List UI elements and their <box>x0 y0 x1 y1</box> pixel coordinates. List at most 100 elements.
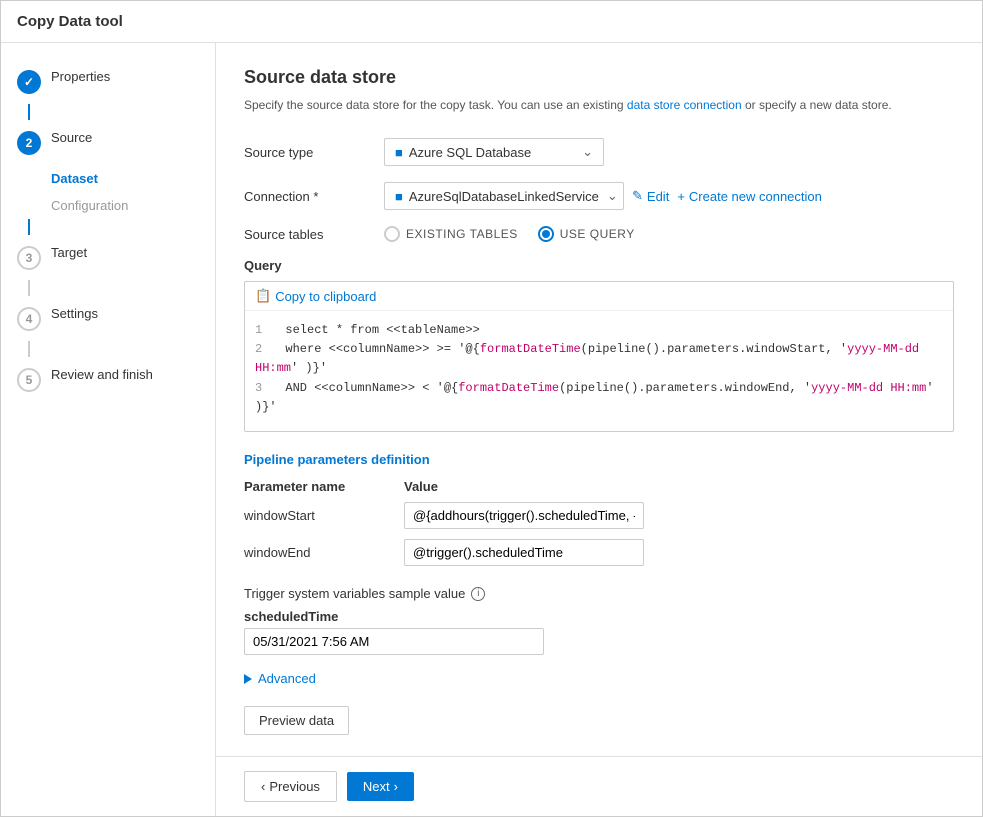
sidebar-item-target[interactable]: 3 Target <box>1 235 215 280</box>
line1-text: select * from <<tableName>> <box>285 323 479 337</box>
sidebar-label-target: Target <box>51 245 87 260</box>
trigger-label-text: Trigger system variables sample value <box>244 586 465 601</box>
trigger-label: Trigger system variables sample value i <box>244 586 954 601</box>
line-num-1: 1 <box>255 323 262 337</box>
connection-control: ■ AzureSqlDatabaseLinkedService ⌄ ✎ Edit… <box>384 182 954 210</box>
edit-button[interactable]: ✎ Edit <box>632 188 669 204</box>
chevron-right-icon: › <box>394 779 398 794</box>
query-line-3: 3 AND <<columnName>> < '@{formatDateTime… <box>255 379 943 417</box>
next-button[interactable]: Next › <box>347 772 414 801</box>
radio-use-query[interactable]: USE QUERY <box>538 226 635 242</box>
sidebar-item-review[interactable]: 5 Review and finish <box>1 357 215 402</box>
param-value-windowend[interactable] <box>404 539 644 566</box>
copy-label: Copy to clipboard <box>275 289 376 304</box>
app-container: Copy Data tool ✓ Properties 2 Source Dat… <box>1 1 982 816</box>
pipeline-params-section: Pipeline parameters definition Parameter… <box>244 452 954 566</box>
app-title: Copy Data tool <box>17 13 123 30</box>
param-name-windowstart: windowStart <box>244 508 404 523</box>
connector-2 <box>28 219 30 235</box>
chevron-down-icon: ⌄ <box>582 144 593 160</box>
copy-to-clipboard-button[interactable]: 📋 Copy to clipboard <box>255 288 376 304</box>
sidebar-label-source: Source <box>51 130 92 145</box>
step-indicator-settings: 4 <box>17 307 41 331</box>
line2-func: formatDateTime <box>480 342 581 356</box>
create-label: Create new connection <box>689 189 822 204</box>
query-content[interactable]: 1 select * from <<tableName>> 2 where <<… <box>245 311 953 431</box>
advanced-section: Advanced <box>244 671 954 686</box>
dataset-label: Dataset <box>51 171 98 186</box>
source-type-label: Source type <box>244 145 384 160</box>
query-line-2: 2 where <<columnName>> >= '@{formatDateT… <box>255 340 943 378</box>
param-value-header: Value <box>404 479 438 494</box>
step-indicator-properties: ✓ <box>17 70 41 94</box>
connection-label: Connection * <box>244 189 384 204</box>
radio-existing-circle <box>384 226 400 242</box>
advanced-toggle[interactable]: Advanced <box>244 671 954 686</box>
scheduled-time-input[interactable] <box>244 628 544 655</box>
plus-icon: + <box>677 189 685 204</box>
connector-1 <box>28 104 30 120</box>
preview-data-button[interactable]: Preview data <box>244 706 349 735</box>
line2-mid: (pipeline().parameters.windowStart, ' <box>581 342 847 356</box>
pipeline-params-title: Pipeline parameters definition <box>244 452 954 467</box>
chevron-left-icon: ‹ <box>261 779 265 794</box>
sidebar-item-settings[interactable]: 4 Settings <box>1 296 215 341</box>
source-type-value: Azure SQL Database <box>409 145 574 160</box>
query-label: Query <box>244 258 954 273</box>
edit-label: Edit <box>647 189 669 204</box>
next-label: Next <box>363 779 390 794</box>
line2-end: ' )}' <box>291 361 327 375</box>
connection-select[interactable]: ■ AzureSqlDatabaseLinkedService ⌄ <box>384 182 624 210</box>
previous-label: Previous <box>269 779 320 794</box>
line3-mid: (pipeline().parameters.windowEnd, ' <box>559 381 811 395</box>
previous-button[interactable]: ‹ Previous <box>244 771 337 802</box>
main-layout: ✓ Properties 2 Source Dataset Configurat… <box>1 43 982 816</box>
sidebar: ✓ Properties 2 Source Dataset Configurat… <box>1 43 216 816</box>
sidebar-label-review: Review and finish <box>51 367 153 382</box>
page-description: Specify the source data store for the co… <box>244 96 954 114</box>
source-type-row: Source type ■ Azure SQL Database ⌄ <box>244 138 954 166</box>
content-area: Source data store Specify the source dat… <box>216 43 982 756</box>
source-type-control: ■ Azure SQL Database ⌄ <box>384 138 954 166</box>
radio-query-circle <box>538 226 554 242</box>
data-store-link[interactable]: data store connection <box>627 98 742 112</box>
source-type-select[interactable]: ■ Azure SQL Database ⌄ <box>384 138 604 166</box>
param-name-header: Parameter name <box>244 479 404 494</box>
create-connection-button[interactable]: + Create new connection <box>677 189 822 204</box>
source-tables-radio-group: EXISTING TABLES USE QUERY <box>384 226 954 242</box>
connection-value: AzureSqlDatabaseLinkedService <box>409 189 599 204</box>
radio-existing-label: EXISTING TABLES <box>406 227 518 241</box>
line3-format: yyyy-MM-dd HH:mm <box>811 381 926 395</box>
sidebar-item-configuration[interactable]: Configuration <box>1 192 215 219</box>
radio-query-label: USE QUERY <box>560 227 635 241</box>
azure-sql-icon: ■ <box>395 145 403 160</box>
source-tables-label: Source tables <box>244 227 384 242</box>
connection-chevron-icon: ⌄ <box>607 188 618 204</box>
source-tables-control: EXISTING TABLES USE QUERY <box>384 226 954 242</box>
sidebar-label-properties: Properties <box>51 69 110 84</box>
line-num-3: 3 <box>255 381 262 395</box>
param-name-windowend: windowEnd <box>244 545 404 560</box>
advanced-label: Advanced <box>258 671 316 686</box>
sidebar-item-dataset[interactable]: Dataset <box>1 165 215 192</box>
line3-func: formatDateTime <box>458 381 559 395</box>
query-section: Query 📋 Copy to clipboard 1 select * fro <box>244 258 954 432</box>
param-value-windowstart[interactable] <box>404 502 644 529</box>
sidebar-item-properties[interactable]: ✓ Properties <box>1 59 215 104</box>
pencil-icon: ✎ <box>632 188 643 204</box>
info-icon[interactable]: i <box>471 587 485 601</box>
query-box: 📋 Copy to clipboard 1 select * from <<ta… <box>244 281 954 432</box>
radio-existing-tables[interactable]: EXISTING TABLES <box>384 226 518 242</box>
triangle-icon <box>244 674 252 684</box>
copy-icon: 📋 <box>255 288 271 304</box>
sidebar-item-source[interactable]: 2 Source <box>1 120 215 165</box>
connector-4 <box>28 341 30 357</box>
source-tables-row: Source tables EXISTING TABLES <box>244 226 954 242</box>
title-bar: Copy Data tool <box>1 1 982 43</box>
step-indicator-source: 2 <box>17 131 41 155</box>
param-row-windowend: windowEnd <box>244 539 954 566</box>
step-indicator-review: 5 <box>17 368 41 392</box>
sidebar-label-settings: Settings <box>51 306 98 321</box>
radio-dot <box>542 230 550 238</box>
connection-row: Connection * ■ AzureSqlDatabaseLinkedSer… <box>244 182 954 210</box>
